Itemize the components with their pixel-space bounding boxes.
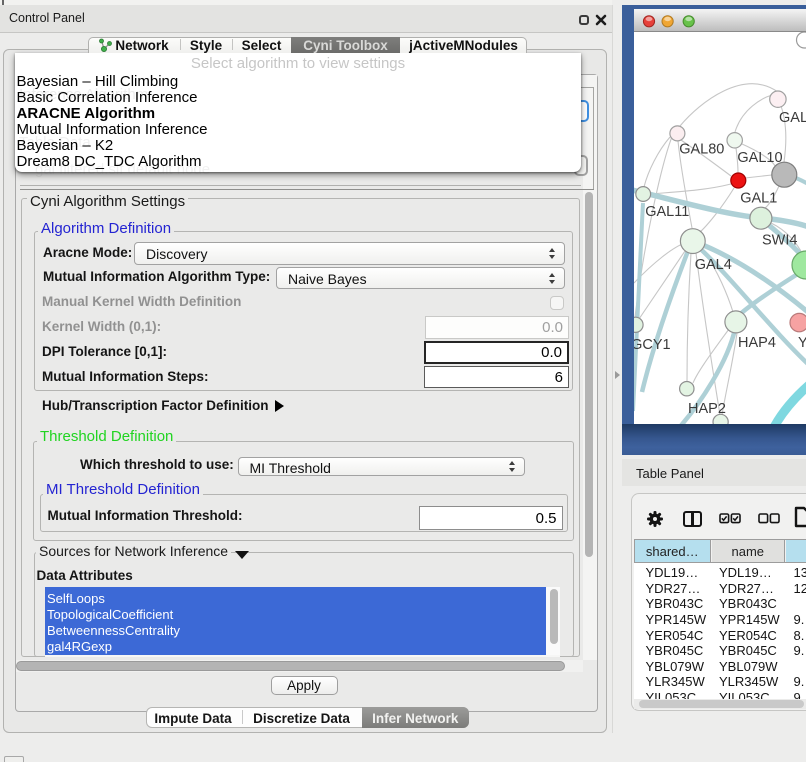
svg-text:GAL2: GAL2	[779, 110, 806, 126]
svg-text:HAP4: HAP4	[738, 335, 776, 351]
svg-text:SWI4: SWI4	[762, 233, 797, 249]
svg-text:GAL11: GAL11	[645, 204, 689, 220]
svg-text:GAL10: GAL10	[737, 150, 782, 166]
svg-text:HAP2: HAP2	[688, 401, 726, 417]
svg-text:Y: Y	[798, 335, 806, 351]
svg-text:GAL1: GAL1	[740, 191, 777, 207]
svg-text:GAL80: GAL80	[679, 142, 724, 158]
svg-text:GAL4: GAL4	[695, 257, 732, 273]
svg-text:GCY1: GCY1	[634, 337, 671, 353]
